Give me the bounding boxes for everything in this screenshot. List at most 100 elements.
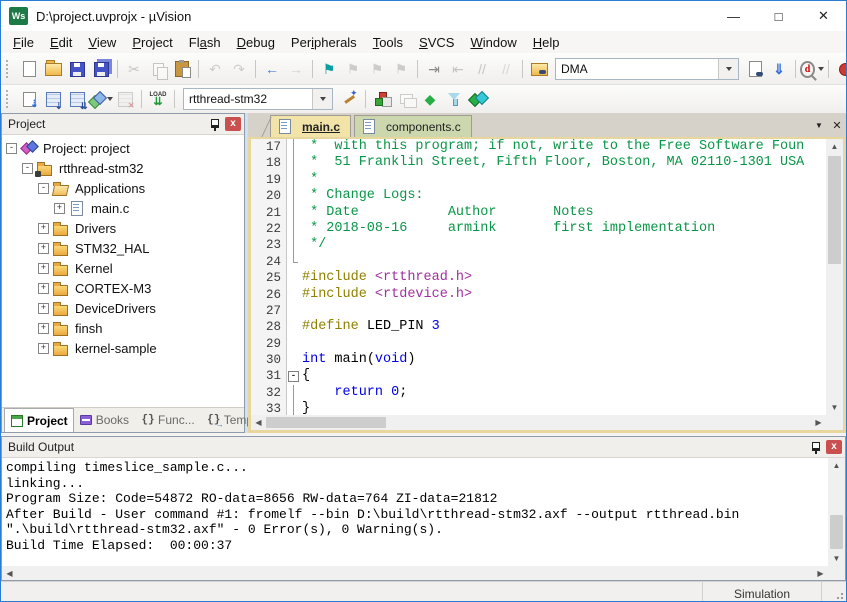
find-in-files-button[interactable] <box>527 58 551 80</box>
minimize-button[interactable]: — <box>711 1 756 31</box>
tree-item-project-project[interactable]: -Project: project <box>2 138 244 158</box>
menu-item-file[interactable]: File <box>5 33 42 52</box>
menu-item-help[interactable]: Help <box>525 33 568 52</box>
editor-tab-components-c[interactable]: components.c <box>354 115 472 137</box>
previous-bookmark-button[interactable]: ⚑ <box>341 58 365 80</box>
tree-item-kernel-sample[interactable]: +kernel-sample <box>2 338 244 358</box>
tree-item-devicedrivers[interactable]: +DeviceDrivers <box>2 298 244 318</box>
comment-selection-button[interactable]: // <box>470 58 494 80</box>
tree-item-stm32-hal[interactable]: +STM32_HAL <box>2 238 244 258</box>
menu-item-edit[interactable]: Edit <box>42 33 80 52</box>
navigate-forward-button[interactable]: → <box>284 58 308 80</box>
target-combobox-dropdown-button[interactable] <box>312 89 332 109</box>
multi-project-workspace-button[interactable] <box>394 88 418 110</box>
expand-icon[interactable]: + <box>38 263 49 274</box>
build-output-close-button[interactable]: x <box>826 440 842 454</box>
tree-item-cortex-m3[interactable]: +CORTEX-M3 <box>2 278 244 298</box>
maximize-button[interactable]: □ <box>756 1 801 31</box>
toolbar-grip[interactable] <box>6 90 11 108</box>
menu-item-window[interactable]: Window <box>462 33 524 52</box>
close-button[interactable]: ✕ <box>801 1 846 31</box>
tree-item-applications[interactable]: -Applications <box>2 178 244 198</box>
download-button[interactable]: LOAD⇊ <box>146 88 170 110</box>
outdent-button[interactable]: ⇤ <box>446 58 470 80</box>
collapse-icon[interactable]: - <box>22 163 33 174</box>
save-button[interactable] <box>65 58 89 80</box>
batch-build-button[interactable] <box>89 88 113 110</box>
vscroll-thumb[interactable] <box>830 515 843 549</box>
copy-button[interactable] <box>146 58 170 80</box>
scroll-up-arrow-icon[interactable]: ▲ <box>826 139 843 154</box>
expand-icon[interactable]: + <box>38 283 49 294</box>
editor-vscrollbar[interactable]: ▲ ▼ <box>826 139 843 415</box>
scroll-right-arrow-icon[interactable]: ▶ <box>813 566 828 581</box>
tab-list-dropdown-button[interactable]: ▼ <box>810 116 828 134</box>
expand-icon[interactable]: + <box>38 243 49 254</box>
search-combobox-dropdown-button[interactable] <box>718 59 738 79</box>
build-hscrollbar[interactable]: ◀ ▶ <box>2 566 845 580</box>
undo-button[interactable]: ↶ <box>203 58 227 80</box>
editor-tab-main-c[interactable]: main.c <box>270 115 351 137</box>
manage-project-items-button[interactable] <box>370 88 394 110</box>
indent-button[interactable]: ⇥ <box>422 58 446 80</box>
pack-installer-button[interactable] <box>466 88 490 110</box>
editor-hscrollbar[interactable]: ◀ ▶ <box>251 415 843 430</box>
clear-bookmarks-button[interactable]: ⚑ <box>389 58 413 80</box>
expand-icon[interactable]: + <box>38 343 49 354</box>
insert-remove-breakpoint-button[interactable] <box>833 58 846 80</box>
tree-item-rtthread-stm32[interactable]: -rtthread-stm32 <box>2 158 244 178</box>
scroll-down-arrow-icon[interactable]: ▼ <box>828 551 845 566</box>
open-file-button[interactable] <box>41 58 65 80</box>
stop-build-button[interactable] <box>113 88 137 110</box>
tree-item-finsh[interactable]: +finsh <box>2 318 244 338</box>
toolbar-grip[interactable] <box>6 60 11 78</box>
paste-button[interactable] <box>170 58 194 80</box>
navigate-back-button[interactable]: ← <box>260 58 284 80</box>
save-all-button[interactable] <box>89 58 113 80</box>
menu-item-view[interactable]: View <box>80 33 124 52</box>
scroll-left-arrow-icon[interactable]: ◀ <box>2 566 17 581</box>
rebuild-all-button[interactable] <box>65 88 89 110</box>
menu-item-flash[interactable]: Flash <box>181 33 229 52</box>
panel-tab-project[interactable]: Project <box>4 408 74 432</box>
redo-button[interactable]: ↷ <box>227 58 251 80</box>
scroll-up-arrow-icon[interactable]: ▲ <box>828 458 845 473</box>
resize-grip[interactable] <box>821 582 846 602</box>
uncomment-selection-button[interactable]: // <box>494 58 518 80</box>
vscroll-thumb[interactable] <box>828 156 841 264</box>
panel-tab-func[interactable]: Func... <box>136 411 200 429</box>
select-software-packs-button[interactable] <box>442 88 466 110</box>
fold-marker[interactable] <box>287 368 300 384</box>
target-combobox[interactable]: rtthread-stm32 <box>183 88 333 110</box>
project-panel-close-button[interactable]: x <box>225 117 241 131</box>
tree-item-kernel[interactable]: +Kernel <box>2 258 244 278</box>
pin-icon[interactable] <box>810 441 821 454</box>
collapse-icon[interactable]: - <box>6 143 17 154</box>
build-vscrollbar[interactable]: ▲ ▼ <box>828 458 845 566</box>
translate-file-button[interactable] <box>17 88 41 110</box>
expand-icon[interactable]: + <box>38 223 49 234</box>
start-stop-debug-session-button[interactable]: d <box>800 58 824 80</box>
menu-item-debug[interactable]: Debug <box>229 33 283 52</box>
scroll-down-arrow-icon[interactable]: ▼ <box>826 400 843 415</box>
code-lines[interactable]: 17 * with this program; if not, write to… <box>251 139 826 415</box>
menu-item-peripherals[interactable]: Peripherals <box>283 33 365 52</box>
expand-icon[interactable]: + <box>38 323 49 334</box>
scroll-right-arrow-icon[interactable]: ▶ <box>811 415 826 430</box>
collapse-icon[interactable]: - <box>38 183 49 194</box>
expand-icon[interactable]: + <box>38 303 49 314</box>
options-for-target-button[interactable] <box>337 88 361 110</box>
hscroll-thumb[interactable] <box>266 417 386 428</box>
menu-item-project[interactable]: Project <box>124 33 180 52</box>
editor-close-button[interactable]: ✕ <box>828 116 846 134</box>
manage-run-time-environment-button[interactable]: ◆ <box>418 88 442 110</box>
search-combobox[interactable]: DMA <box>555 58 739 80</box>
pin-icon[interactable] <box>209 118 220 131</box>
menu-item-svcs[interactable]: SVCS <box>411 33 462 52</box>
menu-item-tools[interactable]: Tools <box>365 33 411 52</box>
new-file-button[interactable] <box>17 58 41 80</box>
tree-item-drivers[interactable]: +Drivers <box>2 218 244 238</box>
toggle-bookmark-button[interactable]: ⚑ <box>317 58 341 80</box>
incremental-find-button[interactable]: ⇓ <box>767 58 791 80</box>
expand-icon[interactable]: + <box>54 203 65 214</box>
